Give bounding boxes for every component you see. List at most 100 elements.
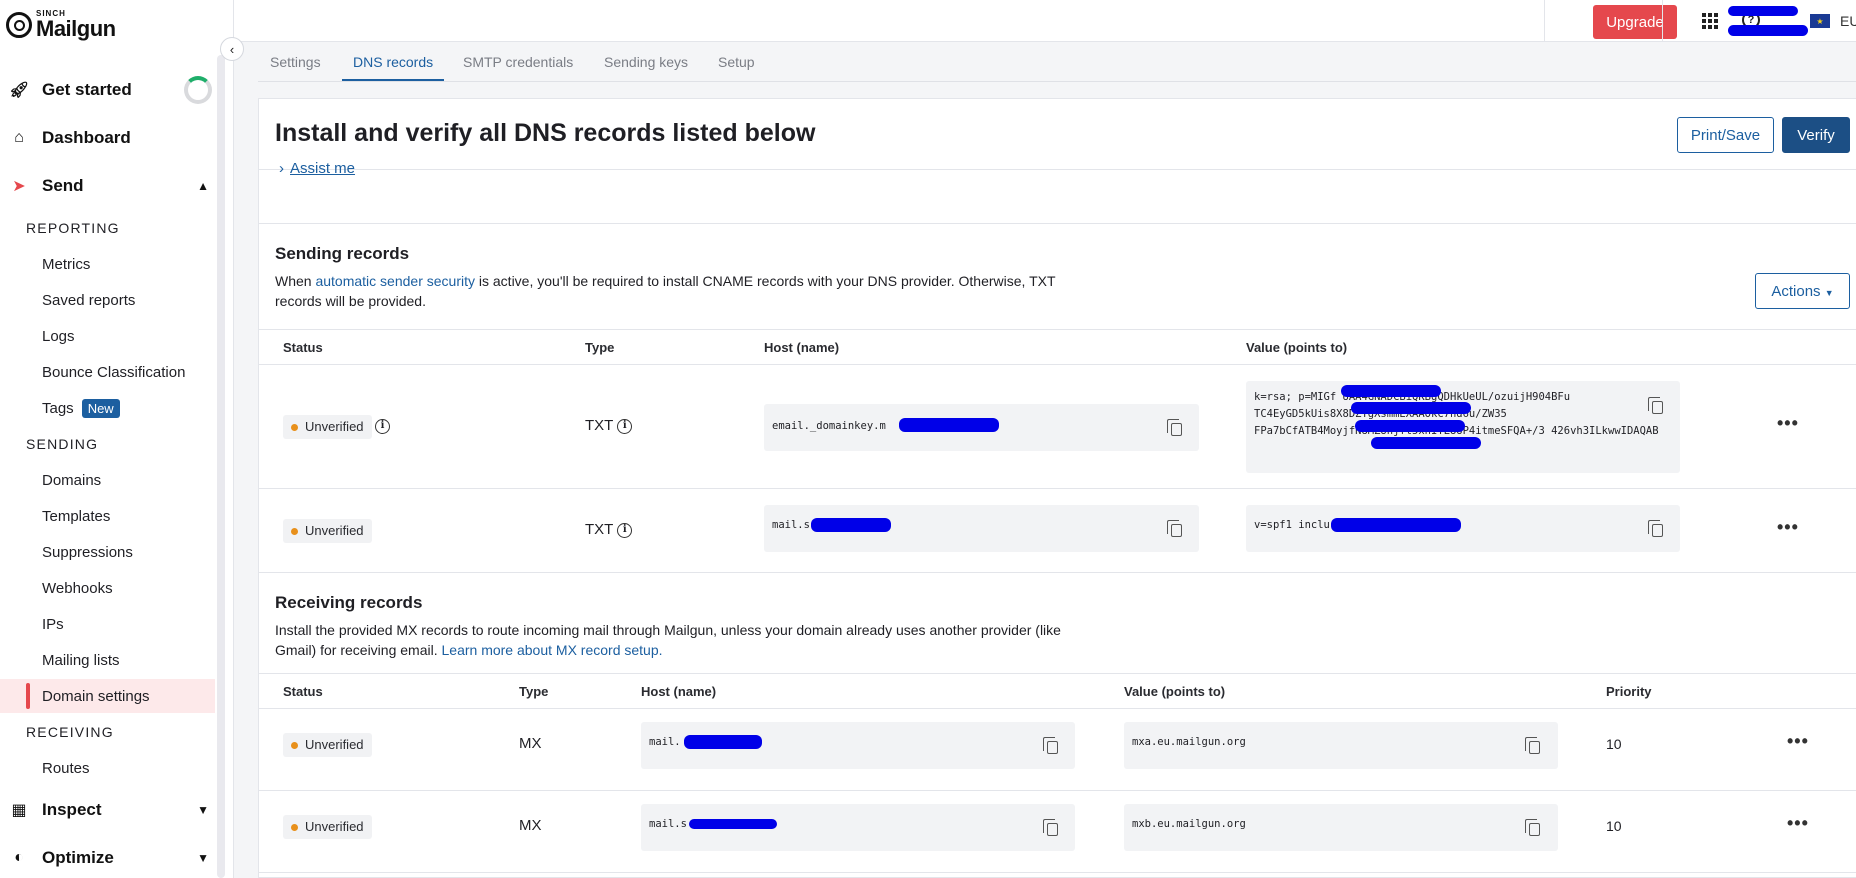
sidebar-collapse-button[interactable]: ‹ — [220, 37, 244, 61]
redacted-host — [899, 418, 999, 432]
redacted-account-email — [1728, 25, 1808, 36]
sidebar-item-label: Metrics — [42, 255, 91, 273]
sidebar-item-ips[interactable]: IPs — [0, 607, 215, 641]
active-tab-indicator — [342, 79, 444, 81]
redacted-host — [811, 518, 891, 532]
automatic-sender-security-link[interactable]: automatic sender security — [315, 273, 475, 289]
home-icon: ⌂ — [14, 129, 24, 146]
copy-icon[interactable] — [1648, 397, 1663, 414]
sidebar-item-label: Templates — [42, 507, 111, 525]
status-badge: Unverified — [283, 519, 372, 543]
mailgun-logo-icon — [6, 12, 32, 38]
sidebar-item-label: Webhooks — [42, 579, 113, 597]
value-box: mxb.eu.mailgun.org — [1124, 804, 1558, 851]
info-icon[interactable]: i — [617, 418, 633, 434]
table-row: Unverified TXT i mail.s v=spf1 inclu ••• — [259, 489, 1856, 573]
actions-label: Actions — [1771, 282, 1821, 300]
redacted-value — [1341, 385, 1441, 397]
sidebar-item-get-started[interactable]: 🚀︎ Get started — [0, 73, 215, 107]
onboarding-progress-ring — [184, 76, 212, 104]
copy-icon[interactable] — [1167, 520, 1182, 537]
sending-records-description: When automatic sender security is active… — [275, 271, 1075, 311]
sidebar-item-domain-settings[interactable]: Domain settings — [0, 679, 215, 713]
chevron-down-icon: ▼ — [197, 851, 209, 865]
copy-icon[interactable] — [1043, 737, 1058, 754]
row-menu-icon[interactable]: ••• — [1787, 731, 1809, 752]
optimize-icon: ◐ — [14, 849, 24, 866]
sidebar-item-suppressions[interactable]: Suppressions — [0, 535, 215, 569]
sidebar-item-label: Send — [42, 176, 84, 195]
inspect-icon: ▦ — [11, 802, 27, 819]
redacted-value — [1371, 437, 1481, 449]
rocket-icon: 🚀︎ — [8, 82, 30, 99]
tab-settings[interactable]: Settings — [270, 54, 321, 70]
upgrade-button[interactable]: Upgrade — [1593, 5, 1677, 39]
redacted-host — [684, 735, 762, 749]
actions-dropdown-button[interactable]: Actions ▼ — [1755, 273, 1850, 309]
sidebar-item-tags[interactable]: Tags New — [0, 391, 215, 425]
sidebar-item-label: Get started — [42, 80, 132, 99]
sidebar-item-bounce-classification[interactable]: Bounce Classification — [0, 355, 215, 389]
copy-icon[interactable] — [1525, 819, 1540, 836]
sidebar-item-saved-reports[interactable]: Saved reports — [0, 283, 215, 317]
mailgun-logo[interactable]: SINCH Mailgun — [6, 10, 116, 40]
receiving-records-title: Receiving records — [275, 593, 423, 612]
tab-dns-records[interactable]: DNS records — [353, 54, 433, 70]
row-menu-icon[interactable]: ••• — [1777, 413, 1799, 434]
sidebar-item-mailing-lists[interactable]: Mailing lists — [0, 643, 215, 677]
sidebar-item-webhooks[interactable]: Webhooks — [0, 571, 215, 605]
sending-records-header: Status Type Host (name) Value (points to… — [259, 329, 1856, 365]
sidebar-item-routes[interactable]: Routes — [0, 751, 215, 785]
priority-value: 10 — [1606, 818, 1622, 834]
row-menu-icon[interactable]: ••• — [1777, 517, 1799, 538]
sidebar-item-send[interactable]: ➤ Send ▲ — [0, 169, 215, 203]
sidebar-item-inspect[interactable]: ▦ Inspect ▼ — [0, 793, 215, 827]
assist-me-toggle[interactable]: › Assist me — [279, 160, 355, 177]
info-icon[interactable]: i — [375, 419, 390, 434]
print-save-button[interactable]: Print/Save — [1677, 117, 1774, 153]
column-header-status: Status — [283, 684, 323, 699]
sidebar-item-metrics[interactable]: Metrics — [0, 247, 215, 281]
sending-records-title: Sending records — [275, 244, 410, 263]
row-menu-icon[interactable]: ••• — [1787, 813, 1809, 834]
paper-plane-icon: ➤ — [12, 178, 26, 195]
eu-flag-icon: ★ — [1810, 14, 1830, 28]
sidebar-item-label: IPs — [42, 615, 64, 633]
verify-button[interactable]: Verify — [1782, 117, 1850, 153]
sidebar-item-logs[interactable]: Logs — [0, 319, 215, 353]
sidebar-scrollbar[interactable] — [217, 55, 225, 878]
copy-icon[interactable] — [1525, 737, 1540, 754]
copy-icon[interactable] — [1043, 819, 1058, 836]
sidebar-item-domains[interactable]: Domains — [0, 463, 215, 497]
mx-record-setup-link[interactable]: Learn more about MX record setup. — [442, 642, 663, 658]
copy-icon[interactable] — [1648, 520, 1663, 537]
assist-me-link[interactable]: Assist me — [290, 160, 355, 177]
sidebar-item-label: Inspect — [42, 800, 102, 819]
chevron-left-icon: ‹ — [229, 41, 235, 57]
sidebar-item-label: Suppressions — [42, 543, 133, 561]
divider — [1662, 0, 1663, 42]
value-box: v=spf1 inclu — [1246, 505, 1680, 552]
new-badge: New — [81, 398, 120, 418]
tab-smtp-credentials[interactable]: SMTP credentials — [463, 54, 573, 70]
apps-grid-icon[interactable] — [1702, 13, 1718, 29]
tab-sending-keys[interactable]: Sending keys — [604, 54, 688, 70]
sidebar-item-label: Tags — [42, 399, 74, 417]
tab-setup[interactable]: Setup — [718, 54, 755, 70]
chevron-right-icon: › — [279, 160, 284, 177]
redacted-value — [1355, 420, 1465, 432]
sidebar-section-sending: SENDING — [26, 436, 99, 452]
status-badge: Unverified — [283, 733, 372, 757]
divider — [259, 169, 1856, 170]
sidebar-item-label: Dashboard — [42, 128, 131, 147]
copy-icon[interactable] — [1167, 419, 1182, 436]
column-header-type: Type — [519, 684, 549, 699]
sidebar-item-optimize[interactable]: ◐ Optimize ▼ — [0, 841, 215, 875]
column-header-host: Host (name) — [764, 340, 840, 355]
info-icon[interactable]: i — [617, 522, 633, 538]
value-text: v=spf1 inclu — [1254, 519, 1330, 531]
sidebar-item-label: Domains — [42, 471, 102, 489]
region-selector[interactable]: EU — [1840, 13, 1856, 29]
sidebar-item-templates[interactable]: Templates — [0, 499, 215, 533]
sidebar-item-dashboard[interactable]: ⌂ Dashboard — [0, 121, 215, 155]
